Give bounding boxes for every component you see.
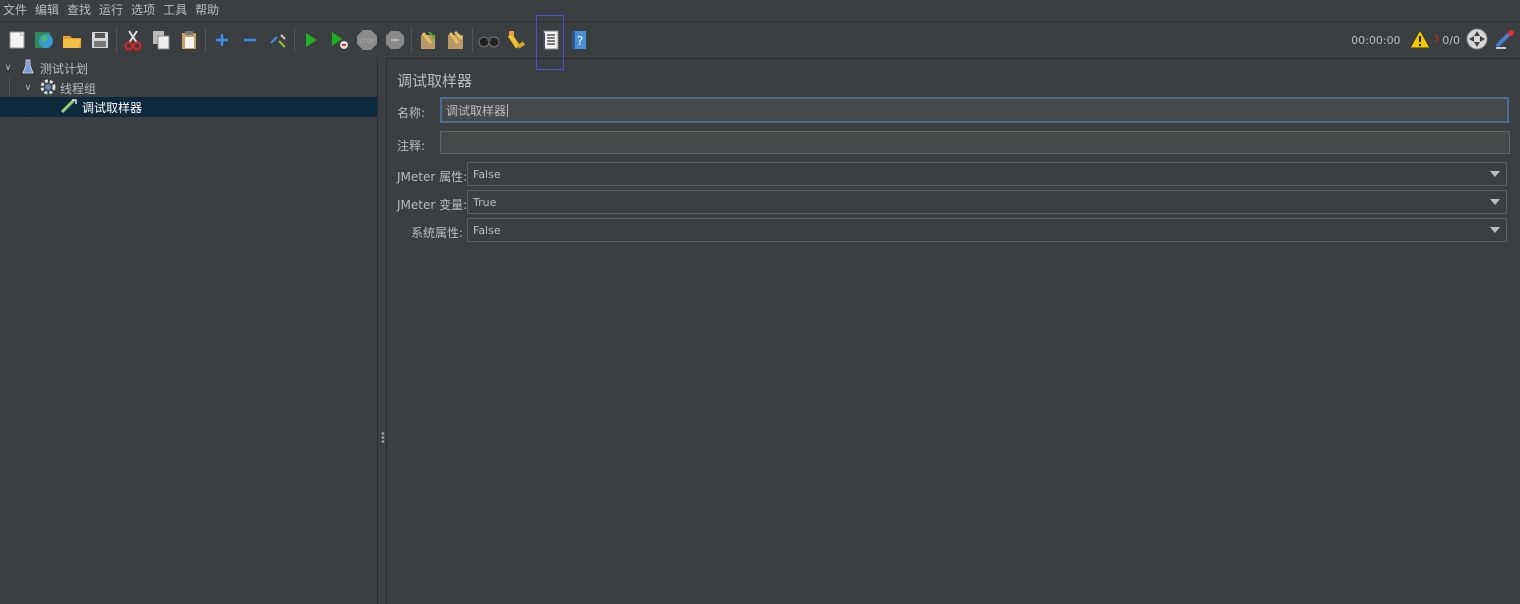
gear-icon [40, 79, 56, 98]
system-properties-value: False [473, 223, 501, 237]
stop-icon[interactable]: STOP [355, 28, 379, 52]
reset-search-icon[interactable] [505, 28, 529, 52]
menu-edit[interactable]: 编辑 [31, 0, 63, 21]
clear-all-icon[interactable] [444, 28, 468, 52]
svg-text:?: ? [577, 34, 583, 48]
tree-item-thread-group[interactable]: ∨ 线程组 [0, 78, 377, 98]
cut-icon[interactable] [121, 28, 145, 52]
copy-icon[interactable] [149, 28, 173, 52]
templates-icon[interactable] [32, 28, 56, 52]
start-no-pause-icon[interactable] [327, 28, 351, 52]
comment-field[interactable] [440, 131, 1510, 154]
warning-count: 3 [1433, 35, 1440, 45]
jmeter-properties-value: False [473, 167, 501, 181]
name-label: 名称: [397, 106, 426, 120]
search-icon[interactable] [477, 28, 501, 52]
chevron-down-icon [1490, 171, 1500, 177]
chevron-down-icon[interactable]: ∨ [23, 83, 33, 93]
active-threads: 0/0 [1442, 33, 1460, 47]
test-plan-icon [22, 59, 34, 78]
menu-search[interactable]: 查找 [63, 0, 95, 21]
clear-icon[interactable] [416, 28, 440, 52]
split-pane-divider[interactable] [378, 58, 387, 604]
open-icon[interactable] [60, 28, 84, 52]
remote-start-icon[interactable] [1466, 28, 1488, 53]
new-icon[interactable] [5, 28, 29, 52]
warning-icon[interactable] [1408, 28, 1431, 52]
menu-options[interactable]: 选项 [127, 0, 159, 21]
drag-handle-icon[interactable]: • • • [380, 430, 386, 448]
menu-file[interactable]: 文件 [0, 0, 31, 21]
system-properties-label: 系统属性: [411, 226, 464, 240]
jmeter-properties-label: JMeter 属性: [397, 170, 468, 184]
sampler-icon [60, 98, 78, 117]
chevron-down-icon [1490, 199, 1500, 205]
jmeter-variables-value: True [473, 195, 497, 209]
toggle-icon[interactable] [266, 28, 290, 52]
menu-bar: 文件 编辑 查找 运行 选项 工具 帮助 [0, 0, 1520, 21]
jmeter-variables-select[interactable]: True [467, 190, 1507, 214]
debug-sampler-panel: 调试取样器 名称: 调试取样器 注释: JMeter 属性: False JMe… [387, 58, 1520, 604]
test-plan-tree: ∨ 测试计划 ∨ 线程组 调试取样器 [0, 58, 378, 604]
tree-item-label: 测试计划 [40, 61, 89, 76]
chevron-down-icon[interactable]: ∨ [3, 63, 13, 73]
status-area: 00:00:00 3 0/0 [1351, 22, 1520, 58]
elapsed-timer: 00:00:00 [1351, 33, 1401, 47]
save-icon[interactable] [88, 28, 112, 52]
tree-item-label: 线程组 [60, 81, 97, 96]
system-properties-select[interactable]: False [467, 218, 1507, 242]
name-value: 调试取样器 [446, 103, 507, 118]
expand-icon[interactable] [210, 28, 234, 52]
jmeter-properties-select[interactable]: False [467, 162, 1507, 186]
comment-label: 注释: [397, 139, 426, 153]
jmeter-variables-label: JMeter 变量: [397, 198, 468, 212]
paste-icon[interactable] [177, 28, 201, 52]
log-viewer-icon[interactable] [1494, 28, 1516, 53]
menu-tools[interactable]: 工具 [159, 0, 191, 21]
tree-item-label: 调试取样器 [82, 100, 143, 115]
collapse-icon[interactable] [238, 28, 262, 52]
svg-text:STOP: STOP [359, 38, 375, 45]
chevron-down-icon [1490, 227, 1500, 233]
menu-run[interactable]: 运行 [95, 0, 127, 21]
name-field[interactable]: 调试取样器 [440, 97, 1509, 123]
menu-help[interactable]: 帮助 [191, 0, 223, 21]
shutdown-icon[interactable] [383, 28, 407, 52]
help-icon[interactable]: ? [567, 28, 591, 52]
tree-item-test-plan[interactable]: ∨ 测试计划 [0, 58, 377, 78]
panel-title: 调试取样器 [397, 72, 473, 90]
toolbar: STOP ? 00:00:00 3 0/0 [0, 15, 1520, 70]
start-icon[interactable] [299, 28, 323, 52]
tree-item-debug-sampler[interactable]: 调试取样器 [0, 97, 377, 117]
